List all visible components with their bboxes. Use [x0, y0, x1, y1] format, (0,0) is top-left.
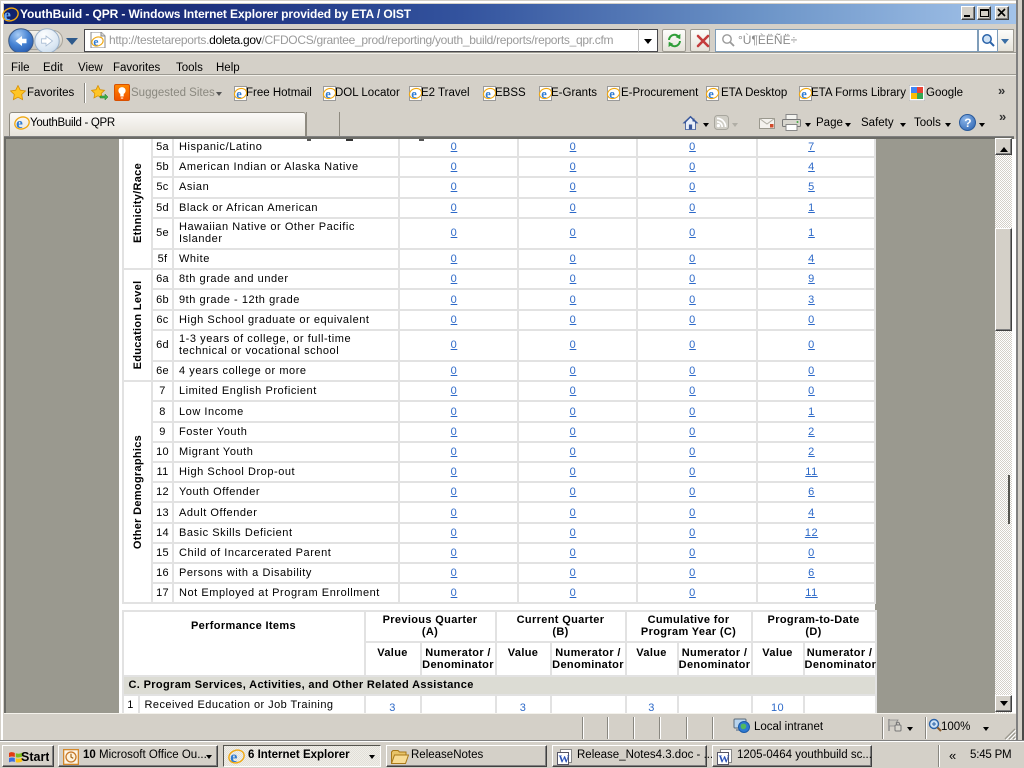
svg-text:e: e — [541, 87, 547, 101]
svg-text:e: e — [325, 87, 331, 101]
svg-text:e: e — [801, 87, 807, 101]
svg-text:e: e — [411, 87, 417, 101]
svg-text:e: e — [93, 36, 98, 48]
svg-text:?: ? — [964, 116, 971, 130]
svg-text:W: W — [559, 754, 570, 766]
svg-text:W: W — [719, 754, 730, 766]
svg-text:e: e — [485, 87, 491, 101]
svg-text:e: e — [16, 116, 23, 131]
svg-text:e: e — [708, 87, 714, 101]
svg-text:e: e — [236, 87, 242, 101]
svg-text:e: e — [4, 7, 11, 23]
svg-text:e: e — [230, 749, 237, 765]
svg-text:e: e — [609, 87, 615, 101]
